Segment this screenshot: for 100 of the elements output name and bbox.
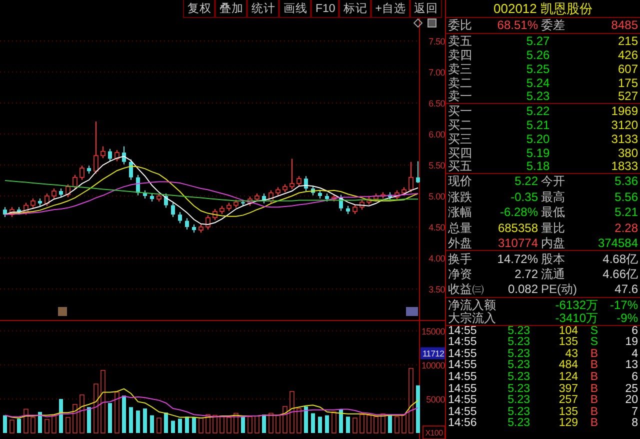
field-label: 涨幅 (448, 204, 473, 222)
order-level-label: 买二 (448, 116, 473, 134)
cursor-value-label: 11712 (420, 347, 445, 360)
field-value: -6.28% (498, 204, 538, 222)
order-volume: 215 (616, 32, 638, 50)
tick-count: 25 (624, 382, 638, 395)
event-marker-icon (406, 307, 418, 316)
field-label: 现价 (448, 173, 473, 190)
candle (311, 186, 315, 196)
tick-time: 14:55 (448, 404, 478, 418)
candle (198, 224, 204, 234)
tick-price: 5.23 (506, 346, 530, 360)
tick-volume: 104 (558, 324, 578, 337)
field-label: 收益㈢ (448, 281, 482, 298)
order-price: 5.20 (525, 130, 551, 148)
candle (17, 206, 21, 216)
toolbar-button[interactable]: 复权 (183, 0, 216, 18)
tick-volume: 124 (558, 370, 578, 384)
tick-side: B (589, 370, 598, 384)
candle (164, 193, 168, 208)
candle (332, 194, 336, 202)
tick-volume: 484 (558, 358, 578, 372)
volume-axis-label: 10000 (421, 360, 445, 370)
tick-price: 5.23 (506, 324, 530, 337)
order-level-label: 买三 (448, 130, 473, 148)
candle (59, 188, 63, 198)
flow-value: -3410万 (554, 311, 598, 326)
candle (268, 190, 274, 204)
tick-time: 14:55 (448, 370, 478, 384)
candle (52, 188, 56, 199)
field-value: 5.56 (614, 188, 638, 206)
order-volume: 426 (616, 46, 638, 64)
tick-volume: 135 (558, 404, 578, 418)
field-value: 374584 (596, 234, 638, 252)
order-level-label: 卖一 (448, 88, 473, 105)
candle (290, 158, 294, 190)
tick-count: 7 (630, 404, 638, 418)
candle (318, 190, 322, 199)
tick-count: 13 (624, 358, 638, 372)
candle (248, 196, 252, 206)
candle (72, 174, 78, 190)
order-level-label: 卖四 (448, 46, 473, 63)
price-axis-label: 6.00 (428, 129, 445, 140)
candle (10, 206, 14, 218)
field-value: 2.72 (514, 266, 538, 284)
field-label: 换手 (448, 250, 473, 268)
field-value: 4.68亿 (602, 250, 638, 268)
candle (366, 196, 372, 206)
tick-price: 5.23 (506, 393, 530, 407)
tick-volume: 43 (564, 346, 578, 360)
toolbar-button[interactable]: F10 (311, 0, 340, 18)
candle (192, 224, 196, 234)
field-label: 量比 (541, 220, 566, 237)
field-value: 310774 (496, 234, 538, 252)
tick-side: B (589, 382, 598, 395)
toolbar-button[interactable]: 统计 (247, 0, 280, 18)
price-axis-label: 5.50 (428, 160, 445, 170)
candle (374, 193, 378, 202)
tick-volume: 129 (558, 416, 578, 432)
field-value: 2.28 (614, 220, 638, 237)
tick-count: 8 (630, 416, 638, 432)
tick-count: 19 (624, 335, 638, 349)
order-volume: 3133 (610, 130, 638, 148)
candle (122, 146, 126, 165)
tick-side: S (589, 335, 598, 349)
candle (206, 214, 210, 230)
candle (156, 193, 162, 202)
toolbar-button[interactable]: 画线 (279, 0, 312, 18)
candle (276, 186, 280, 196)
order-level-label: 买五 (448, 158, 473, 175)
field-value: 8485 (610, 17, 638, 34)
tick-price: 5.23 (506, 416, 530, 432)
tick-price: 5.23 (506, 358, 530, 372)
candle (143, 190, 147, 199)
candle (254, 193, 260, 202)
tick-count: 6 (630, 324, 638, 337)
toolbar-button[interactable]: 叠加 (215, 0, 248, 18)
candle (129, 158, 133, 180)
candle (416, 160, 420, 184)
tick-side: B (589, 358, 598, 372)
price-axis-label: 7.00 (428, 67, 445, 78)
candle (408, 161, 414, 193)
diamond-icon[interactable] (413, 18, 423, 28)
order-level-label: 卖五 (448, 32, 473, 49)
toolbar-button[interactable]: 返回 (410, 0, 442, 18)
tick-side: B (589, 393, 598, 407)
candle (178, 212, 182, 224)
tick-count: 4 (630, 346, 638, 360)
tick-price: 5.23 (506, 382, 530, 395)
square-icon[interactable] (428, 18, 436, 28)
order-level-label: 买一 (448, 102, 473, 120)
toolbar-button[interactable]: 标记 (339, 0, 372, 18)
tick-time: 14:55 (448, 335, 478, 349)
toolbar-button[interactable]: +自选 (371, 0, 410, 18)
field-label: 总量 (448, 220, 473, 237)
candle (212, 208, 218, 221)
candle (226, 202, 232, 212)
field-value: 5.36 (614, 173, 638, 190)
order-price: 5.27 (525, 32, 551, 50)
order-price: 5.22 (525, 102, 551, 120)
